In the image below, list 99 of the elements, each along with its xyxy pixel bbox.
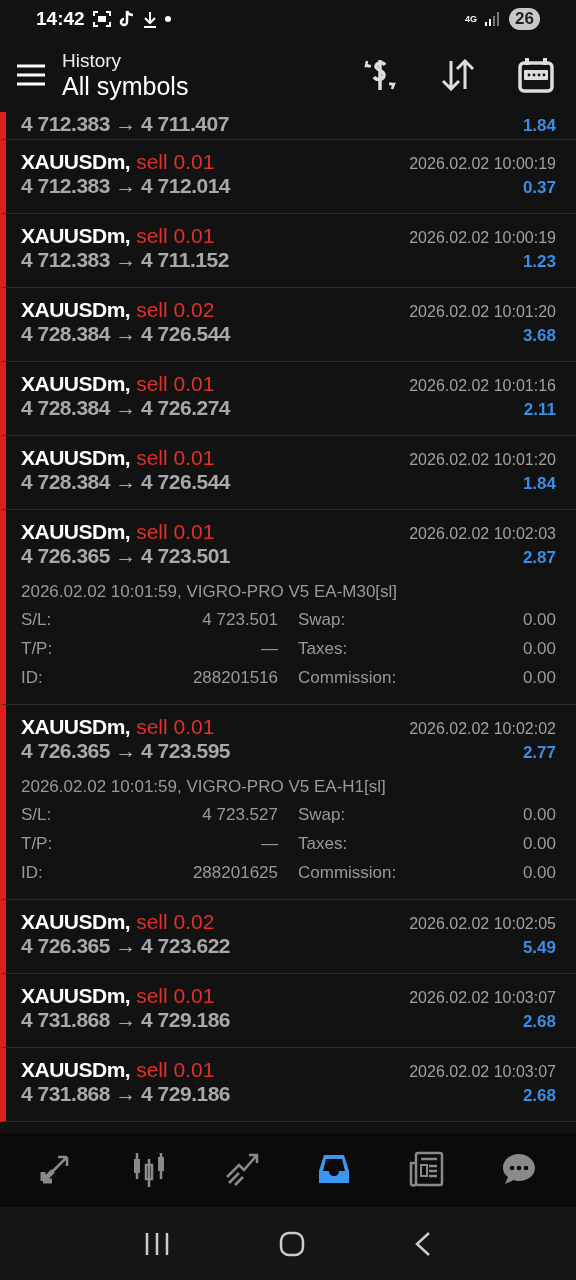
- music-note-icon: [118, 10, 135, 28]
- screenshot-icon: [92, 11, 111, 27]
- close-time: 2026.02.02 10:01:20: [409, 303, 556, 321]
- profit: 1.84: [522, 474, 556, 494]
- order-type: sell 0.01: [136, 1058, 215, 1081]
- newspaper-icon: [407, 1151, 446, 1189]
- trade-row[interactable]: XAUUSDm, sell 0.01 2026.02.02 10:02:02 4 726.365 → 4 723.595 2.77 2026.02.02 10:01:59, VIGRO-PRO V5 EA-H1[sl] S/L: 4 723.527 Swap: 0.00 T/P: — Taxes: 0.00 ID: 288201625 Commission: 0.00: [0, 705, 576, 900]
- price-change: 4 728.384 → 4 726.544: [21, 322, 230, 346]
- price-change: 4 712.383 → 4 711.407: [21, 112, 229, 136]
- symbol: XAUUSDm,: [21, 715, 131, 738]
- close-time: 2026.02.02 10:02:03: [409, 525, 556, 543]
- order-type: sell 0.01: [136, 372, 215, 395]
- trade-row[interactable]: XAUUSDm, sell 0.01 2026.02.02 10:01:20 4 728.384 → 4 726.544 1.84: [0, 436, 576, 510]
- symbol: XAUUSDm,: [21, 1058, 131, 1081]
- detail-value: 288201516: [191, 668, 278, 688]
- symbol: XAUUSDm,: [21, 372, 131, 395]
- detail-value: 288201625: [191, 863, 278, 883]
- detail-label: Swap:: [297, 805, 347, 825]
- detail-value: 0.00: [522, 639, 556, 659]
- trade-row[interactable]: XAUUSDm, sell 0.01 2026.02.02 10:01:16 4 728.384 → 4 726.274 2.11: [0, 362, 576, 436]
- profit: 1.23: [522, 252, 556, 272]
- detail-label: Taxes:: [297, 639, 349, 659]
- order-type: sell 0.01: [136, 520, 215, 543]
- close-time: 2026.02.02 10:03:07: [409, 989, 556, 1007]
- detail-value: 4 723.527: [201, 805, 278, 825]
- order-type: sell 0.02: [136, 298, 215, 321]
- profit: 2.68: [522, 1012, 556, 1032]
- detail-label: Commission:: [297, 863, 398, 883]
- symbol: XAUUSDm,: [21, 984, 131, 1007]
- order-type: sell 0.02: [136, 910, 215, 933]
- clock: 14:42: [36, 8, 85, 30]
- detail-label: Commission:: [297, 668, 398, 688]
- symbol: XAUUSDm,: [21, 910, 131, 933]
- trade-row[interactable]: XAUUSDm, sell 0.01 2026.02.02 10:02:03 4 726.365 → 4 723.501 2.87 2026.02.02 10:01:59, VIGRO-PRO V5 EA-M30[sl] S/L: 4 723.501 Swap: 0.00 T/P: — Taxes: 0.00 ID: 288201516 Commission: 0.00: [0, 510, 576, 705]
- trade-row[interactable]: XAUUSDm, sell 0.01 2026.02.02 10:00:19 4 712.383 → 4 711.152 1.23: [0, 214, 576, 288]
- profit: 1.84: [522, 116, 556, 136]
- symbol: XAUUSDm,: [21, 298, 131, 321]
- dot-icon: [164, 16, 171, 22]
- screen-title: History: [62, 49, 123, 72]
- price-change: 4 731.868 → 4 729.186: [21, 1082, 230, 1106]
- price-change: 4 726.365 → 4 723.595: [21, 739, 230, 763]
- order-type: sell 0.01: [136, 446, 215, 469]
- close-time: 2026.02.02 10:03:07: [409, 1063, 556, 1081]
- detail-value: 0.00: [522, 863, 556, 883]
- symbol: XAUUSDm,: [21, 520, 131, 543]
- order-type: sell 0.01: [136, 224, 215, 247]
- profit: 2.77: [522, 743, 556, 763]
- profit: 5.49: [522, 938, 556, 958]
- profit: 0.37: [522, 178, 556, 198]
- trade-row[interactable]: XAUUSDm, sell 0.02 2026.02.02 10:01:20 4 728.384 → 4 726.544 3.68: [0, 288, 576, 362]
- trade-row[interactable]: XAUUSDm, sell 0.01 2026.02.02 10:03:07 4 731.868 → 4 729.186 2.68: [0, 974, 576, 1048]
- detail-value: 4 723.501: [201, 610, 278, 630]
- close-time: 2026.02.02 10:01:16: [409, 377, 556, 395]
- price-change: 4 728.384 → 4 726.544: [21, 470, 230, 494]
- detail-value: 0.00: [522, 834, 556, 854]
- detail-value: 0.00: [522, 805, 556, 825]
- profit: 2.87: [522, 548, 556, 568]
- symbol: XAUUSDm,: [21, 446, 131, 469]
- trade-row[interactable]: XAUUSDm, sell 0.01 2026.02.02 10:00:19 4 712.383 → 4 712.014 0.37: [0, 140, 576, 214]
- order-type: sell 0.01: [136, 150, 215, 173]
- close-time: 2026.02.02 10:00:19: [409, 155, 556, 173]
- close-time: 2026.02.02 10:02:05: [409, 915, 556, 933]
- profit: 3.68: [522, 326, 556, 346]
- close-time: 2026.02.02 10:02:02: [409, 720, 556, 738]
- download-icon: [142, 10, 157, 28]
- detail-label: Swap:: [297, 610, 347, 630]
- detail-value: —: [260, 834, 278, 854]
- price-change: 4 712.383 → 4 712.014: [21, 174, 230, 198]
- profit: 2.11: [523, 400, 556, 420]
- symbol: XAUUSDm,: [21, 150, 131, 173]
- trade-comment: 2026.02.02 10:01:59, VIGRO-PRO V5 EA-H1[sl]: [21, 777, 387, 797]
- detail-label: ID:: [21, 863, 44, 883]
- detail-label: T/P:: [21, 639, 54, 659]
- price-change: 4 731.868 → 4 729.186: [21, 1008, 230, 1032]
- detail-label: Taxes:: [297, 834, 349, 854]
- detail-value: 0.00: [522, 610, 556, 630]
- detail-value: 0.00: [522, 668, 556, 688]
- price-change: 4 728.384 → 4 726.274: [21, 396, 230, 420]
- close-time: 2026.02.02 10:01:20: [409, 451, 556, 469]
- order-type: sell 0.01: [136, 984, 215, 1007]
- detail-label: T/P:: [21, 834, 54, 854]
- close-time: 2026.02.02 10:00:19: [409, 229, 556, 247]
- price-change: 4 726.365 → 4 723.622: [21, 934, 230, 958]
- symbol: XAUUSDm,: [21, 224, 131, 247]
- trade-row[interactable]: XAUUSDm, sell 0.02 2026.02.02 10:02:05 4 726.365 → 4 723.622 5.49: [0, 900, 576, 974]
- detail-label: S/L:: [21, 805, 53, 825]
- order-type: sell 0.01: [136, 715, 215, 738]
- network-label: 4G: [465, 14, 478, 24]
- price-change: 4 712.383 → 4 711.152: [21, 248, 229, 272]
- signal-icon: [485, 12, 502, 26]
- detail-label: ID:: [21, 668, 44, 688]
- battery-level: 26: [509, 8, 540, 30]
- symbol-filter[interactable]: All symbols: [62, 71, 360, 101]
- detail-value: —: [260, 639, 278, 659]
- profit: 2.68: [522, 1086, 556, 1106]
- detail-label: S/L:: [21, 610, 53, 630]
- trade-row[interactable]: XAUUSDm, sell 0.01 2026.02.02 10:03:07 4 731.868 → 4 729.186 2.68: [0, 1048, 576, 1122]
- price-change: 4 726.365 → 4 723.501: [21, 544, 230, 568]
- trade-comment: 2026.02.02 10:01:59, VIGRO-PRO V5 EA-M30[sl]: [21, 582, 399, 602]
